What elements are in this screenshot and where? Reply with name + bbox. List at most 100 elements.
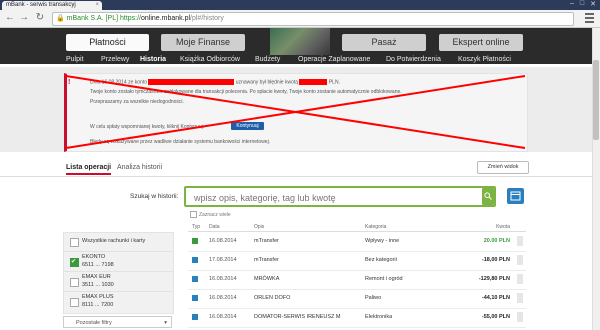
row-amount: -18,00 PLN (481, 257, 510, 263)
browser-tab[interactable]: mBank - serwis transakcyj × (2, 1, 102, 10)
alert-icon: ! (68, 79, 71, 86)
subnav-pulpit[interactable]: Pulpit (66, 55, 84, 65)
row-amount: -129,80 PLN (478, 276, 510, 282)
transaction-type-icon (192, 238, 198, 244)
row-amount: -44,10 PLN (481, 295, 510, 301)
row-date: 17.08.2014 (209, 257, 237, 263)
close-tab-icon[interactable]: × (95, 1, 99, 10)
account-row-all[interactable]: Wszystkie rachunki i karty (64, 233, 173, 251)
col-type[interactable]: Typ (192, 224, 200, 230)
tab-history-analysis[interactable]: Analiza historii (117, 164, 162, 171)
account-checkbox[interactable] (70, 298, 79, 307)
col-description[interactable]: Opis (254, 224, 264, 230)
row-category[interactable]: Remont i ogród (365, 276, 403, 282)
subnav-scheduled[interactable]: Operacje Zaplanowane (298, 55, 370, 65)
row-more-button[interactable] (517, 312, 523, 322)
close-window-icon[interactable]: ✕ (590, 0, 596, 9)
row-date: 16.08.2014 (209, 295, 237, 301)
search-label: Szukaj w historii: (130, 193, 179, 200)
table-header: Typ Data Opis Kategoria Kwota (188, 222, 526, 232)
subnav-history[interactable]: Historia (140, 55, 166, 65)
select-multiple-option[interactable]: Zaznacz wiele (190, 211, 231, 218)
account-checkbox[interactable] (70, 278, 79, 287)
row-amount: 20.00 PLN (483, 238, 510, 244)
subnav-payment-basket[interactable]: Koszyk Płatności (458, 55, 511, 65)
search-input[interactable] (192, 190, 476, 206)
row-description: ORLEN DOFO (254, 295, 291, 301)
alert-line-1: Dnia 16.08.2014 ze konto uznawany był bł… (90, 79, 340, 86)
main-nav-my-finances[interactable]: Moje Finanse (161, 34, 245, 51)
url-scheme: https:// (119, 15, 141, 22)
accounts-panel: Wszystkie rachunki i karty EKONTO 6511 .… (63, 232, 174, 314)
row-amount: -55,00 PLN (481, 314, 510, 320)
main-nav-mall[interactable]: Pasaż (342, 34, 426, 51)
alert-line-2: Twoje konto zostało tymczasowo zablokowa… (90, 89, 402, 95)
minimize-icon[interactable]: – (570, 0, 574, 9)
reload-icon[interactable]: ↻ (34, 12, 46, 24)
row-more-button[interactable] (517, 274, 523, 284)
address-bar: ← → ↻ 🔒 mBank S.A. [PL] https://online.m… (0, 10, 600, 28)
back-icon[interactable]: ← (4, 12, 16, 24)
transaction-type-icon (192, 276, 198, 282)
maximize-icon[interactable]: □ (580, 0, 584, 9)
col-category[interactable]: Kategoria (365, 224, 386, 230)
url-host: online.mbank.pl (141, 15, 191, 22)
row-date: 16.08.2014 (209, 276, 237, 282)
row-description: mTransfer (254, 257, 279, 263)
redacted-amount (299, 79, 328, 85)
url-path: /pl#/history (190, 15, 224, 22)
table-row[interactable]: 17.08.2014 mTransfer Bez kategorii -18,00 P… (188, 251, 526, 271)
row-more-button[interactable] (517, 293, 523, 303)
search-box (184, 186, 496, 207)
scrollbar-thumb[interactable] (593, 60, 599, 140)
search-icon[interactable] (482, 188, 494, 205)
alert-line-4: W celu spłaty wspomnianej kwoty, kliknij… (90, 124, 205, 130)
table-row[interactable]: 16.08.2014 mTransfer Wpływy - inne 20.00 PL… (188, 232, 526, 252)
select-multiple-checkbox[interactable] (190, 211, 197, 218)
redacted-account (148, 79, 235, 85)
browser-tab-title: mBank - serwis transakcyj (6, 2, 76, 8)
account-row-emax-eur[interactable]: EMAX EUR 3511 ... 1030 (64, 271, 173, 292)
row-date: 16.08.2014 (209, 238, 237, 244)
subnav-budgets[interactable]: Budżety (255, 55, 280, 65)
col-date[interactable]: Data (209, 224, 220, 230)
tab-operations-list[interactable]: Lista operacji (66, 164, 112, 175)
subnav-transfers[interactable]: Przelewy (101, 55, 129, 65)
account-checkbox[interactable] (70, 258, 79, 267)
subnav-payees[interactable]: Książka Odbiorców (180, 55, 240, 65)
row-more-button[interactable] (517, 255, 523, 265)
url-field[interactable]: 🔒 mBank S.A. [PL] https://online.mbank.p… (52, 12, 574, 26)
subnav-to-confirm[interactable]: Do Potwierdzenia (386, 55, 441, 65)
window-controls: – □ ✕ (570, 0, 596, 9)
row-category[interactable]: Wpływy - inne (365, 238, 399, 244)
more-filters-dropdown[interactable]: Pozostałe filtry ▾ (63, 316, 172, 328)
row-description: mTransfer (254, 238, 279, 244)
row-category[interactable]: Bez kategorii (365, 257, 397, 263)
account-row-ekonto[interactable]: EKONTO 6511 ... 7198 (64, 251, 173, 272)
transaction-type-icon (192, 295, 198, 301)
table-row[interactable]: 16.08.2014 ORLEN DOFO Paliwo -44,10 PLN (188, 289, 526, 309)
table-row[interactable]: 16.08.2014 DOMATOR-SERWIS IRENEUSZ M Elekt… (188, 308, 526, 328)
transaction-type-icon (192, 314, 198, 320)
forward-icon[interactable]: → (18, 12, 30, 24)
row-category[interactable]: Paliwo (365, 295, 381, 301)
account-row-emax-plus[interactable]: EMAX PLUS 8111 ... 7200 (64, 291, 173, 313)
account-checkbox[interactable] (70, 238, 79, 247)
url-org: mBank S.A. [PL] (66, 15, 119, 22)
row-category[interactable]: Elektronika (365, 314, 392, 320)
row-date: 16.08.2014 (209, 314, 237, 320)
main-nav-payments[interactable]: Płatności (66, 34, 149, 51)
calendar-icon[interactable] (507, 188, 524, 204)
main-nav-online-expert[interactable]: Ekspert online (439, 34, 523, 51)
lock-icon: 🔒 (56, 15, 65, 22)
browser-menu-icon[interactable] (585, 13, 594, 23)
col-amount[interactable]: Kwota (496, 224, 510, 230)
change-view-button[interactable]: Zmień widok (477, 161, 529, 174)
row-description: MRÓWKA (254, 276, 280, 282)
row-description: DOMATOR-SERWIS IRENEUSZ M (254, 314, 341, 320)
chevron-down-icon: ▾ (164, 320, 167, 326)
table-row[interactable]: 16.08.2014 MRÓWKA Remont i ogród -129,80 PL… (188, 270, 526, 290)
alert-line-5: Błędy są wskazywane przez wadliwe działa… (90, 139, 271, 145)
continue-button[interactable]: Kontynuuj (231, 122, 264, 130)
row-more-button[interactable] (517, 236, 523, 246)
